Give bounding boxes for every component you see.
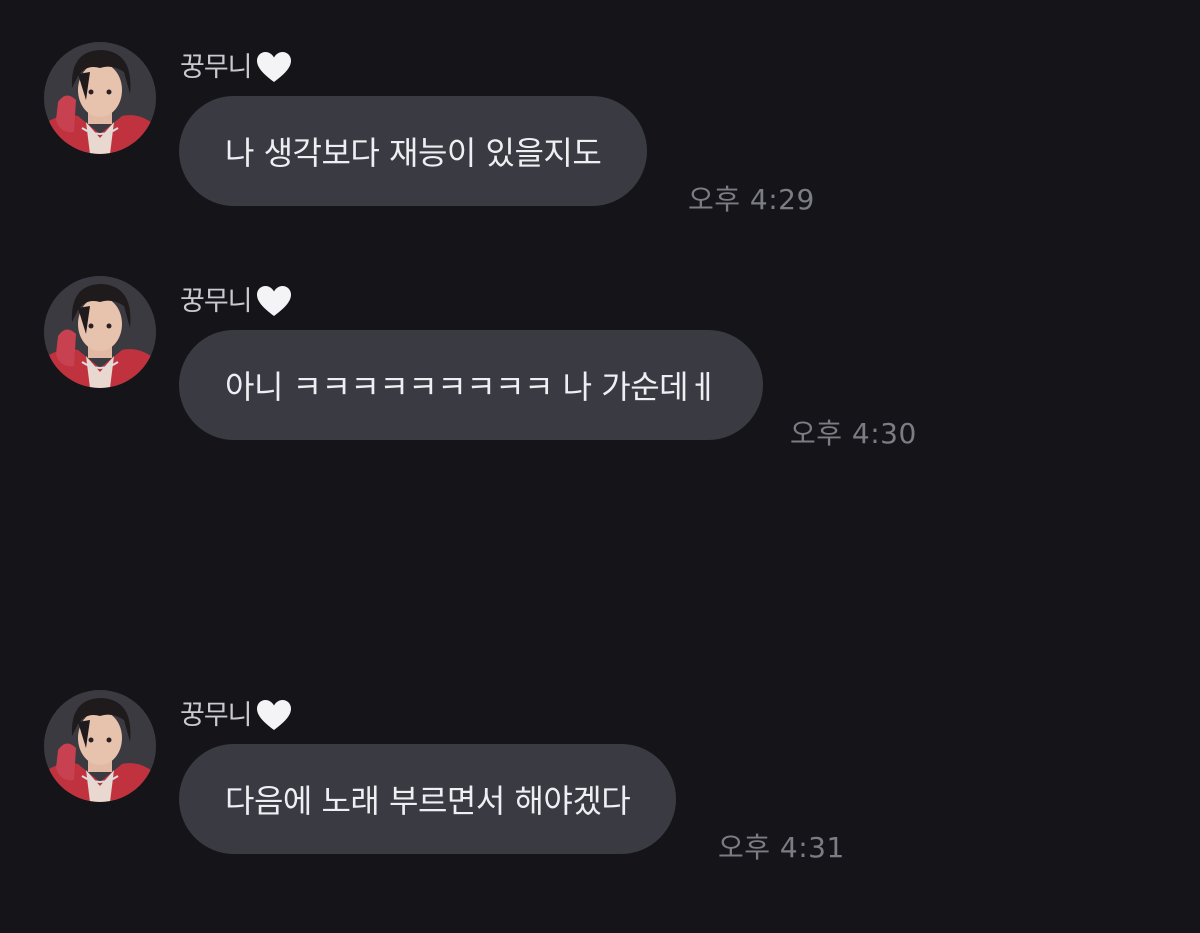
avatar[interactable] (44, 42, 156, 154)
white-heart-icon (254, 48, 294, 88)
profile-photo-icon (44, 276, 156, 388)
sender: 꿍무니 (180, 48, 294, 88)
message-item: 꿍무니 다음에 노래 부르면서 해야겠다 오후 4:31 (44, 690, 1164, 864)
avatar[interactable] (44, 276, 156, 388)
message-item: 꿍무니 나 생각보다 재능이 있을지도 오후 4:29 (44, 42, 1164, 216)
white-heart-icon (254, 282, 294, 322)
message-bubble[interactable]: 아니 ㅋㅋㅋㅋㅋㅋㅋㅋㅋ 나 가순데ㅔ (179, 330, 764, 440)
message-timestamp: 오후 4:29 (688, 183, 815, 216)
message-timestamp: 오후 4:30 (790, 417, 917, 450)
avatar[interactable] (44, 690, 156, 802)
message-bubble[interactable]: 나 생각보다 재능이 있을지도 (179, 96, 648, 206)
sender-name: 꿍무니 (180, 52, 253, 83)
sender: 꿍무니 (180, 696, 294, 736)
message-text: 다음에 노래 부르면서 해야겠다 (225, 782, 631, 820)
sender: 꿍무니 (180, 282, 294, 322)
profile-photo-icon (44, 42, 156, 154)
chat-screen: { "conversation": { "messages": [ { "sen… (0, 0, 1200, 933)
sender-name: 꿍무니 (180, 700, 253, 731)
message-item: 꿍무니 아니 ㅋㅋㅋㅋㅋㅋㅋㅋㅋ 나 가순데ㅔ 오후 4:30 (44, 276, 1164, 450)
message-text: 아니 ㅋㅋㅋㅋㅋㅋㅋㅋㅋ 나 가순데ㅔ (225, 368, 718, 406)
message-bubble[interactable]: 다음에 노래 부르면서 해야겠다 (179, 744, 677, 854)
white-heart-icon (254, 696, 294, 736)
sender-name: 꿍무니 (180, 286, 253, 317)
message-timestamp: 오후 4:31 (718, 831, 845, 864)
message-text: 나 생각보다 재능이 있을지도 (225, 134, 602, 172)
profile-photo-icon (44, 690, 156, 802)
